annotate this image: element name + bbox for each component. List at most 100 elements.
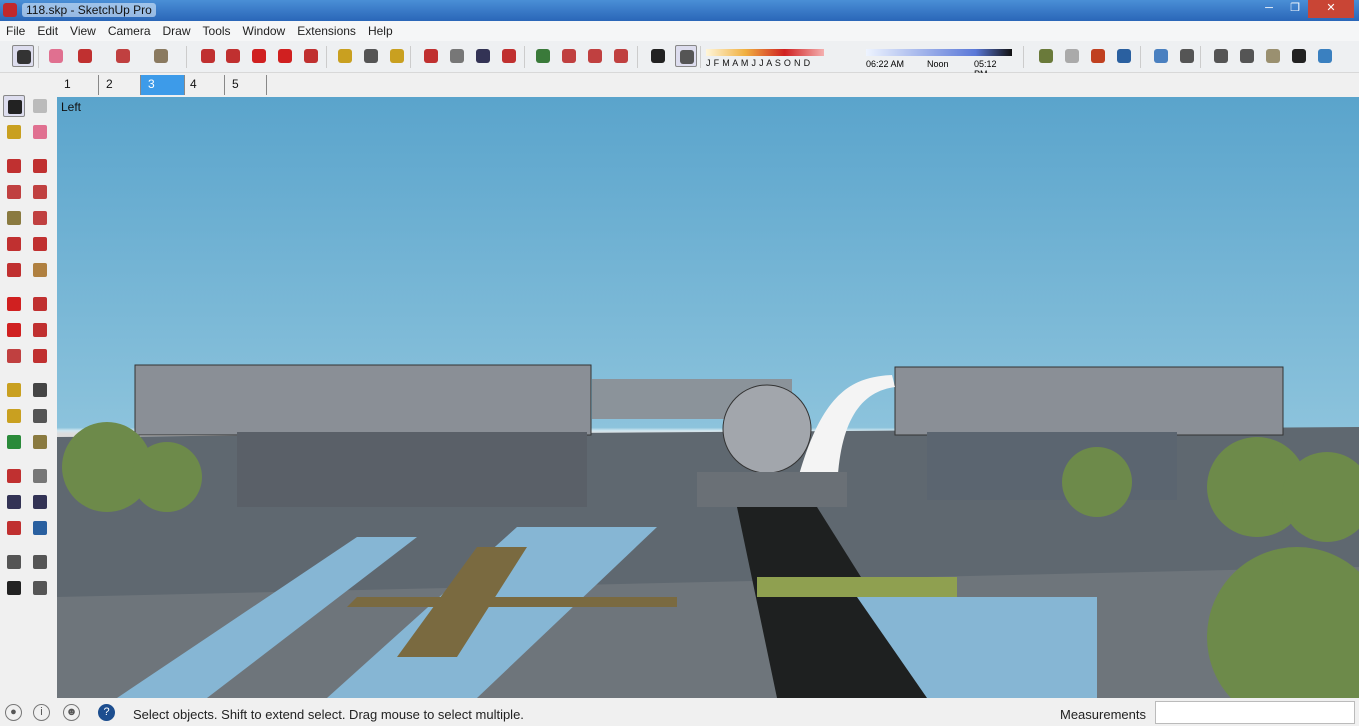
follow-me-icon[interactable] [29,319,51,341]
circle-icon[interactable] [3,207,25,229]
scene-tab-4[interactable]: 4 [183,75,225,95]
scene-tab-5[interactable]: 5 [225,75,267,95]
dimension-icon[interactable] [29,379,51,401]
rotated-rectangle-icon[interactable] [29,181,51,203]
polygon-icon[interactable] [29,207,51,229]
hidden-line-icon[interactable] [1236,45,1258,67]
pencil-icon [78,49,92,63]
menu-file[interactable]: File [0,21,31,38]
axes-icon[interactable] [3,431,25,453]
share-model-icon[interactable] [558,45,580,67]
shaded-icon[interactable] [1262,45,1284,67]
move-icon[interactable] [3,293,25,315]
previous-view-icon[interactable] [29,517,51,539]
scale-icon[interactable] [300,45,322,67]
credits-icon[interactable]: i [33,704,50,721]
menu-edit[interactable]: Edit [31,21,64,38]
monochrome-icon[interactable] [1314,45,1336,67]
photo-textures-icon[interactable] [1113,45,1135,67]
freehand-icon[interactable] [29,155,51,177]
scene-tab-1[interactable]: 1 [57,75,99,95]
position-camera-icon[interactable] [3,551,25,573]
text-icon[interactable] [360,45,382,67]
orbit-icon[interactable] [420,45,442,67]
menu-window[interactable]: Window [237,21,292,38]
push-pull-icon[interactable] [197,45,219,67]
zoom-icon[interactable] [3,491,25,513]
tape-measure-icon[interactable] [334,45,356,67]
menu-camera[interactable]: Camera [102,21,157,38]
component-icon[interactable] [29,95,51,117]
arc-icon[interactable] [112,45,134,67]
offset-icon[interactable] [29,345,51,367]
scene-tab-2[interactable]: 2 [99,75,141,95]
components-icon[interactable] [584,45,606,67]
pencil-icon[interactable] [74,45,96,67]
zoom-icon[interactable] [472,45,494,67]
time-slider-group[interactable]: 06:22 AM Noon 05:12 PM [866,49,1012,79]
look-around-icon[interactable] [29,551,51,573]
three-point-arc-icon[interactable] [3,259,25,281]
date-slider[interactable] [706,49,824,56]
drawing-viewport[interactable]: Left [57,97,1359,698]
fog-icon[interactable] [675,45,697,67]
menu-tools[interactable]: Tools [197,21,237,38]
add-location-icon[interactable] [1035,45,1057,67]
pan-icon[interactable] [446,45,468,67]
rectangle-icon[interactable] [3,181,25,203]
rectangle-icon[interactable] [150,45,172,67]
xray-icon[interactable] [1150,45,1172,67]
pan-icon[interactable] [29,465,51,487]
push-pull-icon[interactable] [29,293,51,315]
menu-extensions[interactable]: Extensions [291,21,362,38]
shadow-toggle-icon[interactable] [647,45,669,67]
send-to-layout-icon[interactable] [610,45,632,67]
circle-icon [7,211,21,225]
menu-help[interactable]: Help [362,21,399,38]
restore-button[interactable]: ❐ [1282,0,1308,18]
orbit-icon[interactable] [3,465,25,487]
arc-icon[interactable] [3,233,25,255]
protractor-icon[interactable] [3,405,25,427]
zoom-window-icon[interactable] [29,491,51,513]
walk-icon[interactable] [1087,45,1109,67]
paint-bucket-icon[interactable] [386,45,408,67]
select-icon[interactable] [12,45,34,67]
zoom-extents-icon[interactable] [3,517,25,539]
help-icon[interactable]: ? [98,704,115,721]
shaded-textures-icon[interactable] [1288,45,1310,67]
eraser-icon[interactable] [45,45,67,67]
text-icon[interactable] [29,405,51,427]
close-button[interactable]: ✕ [1308,0,1354,18]
minimize-button[interactable]: ─ [1256,0,1282,18]
walk-icon[interactable] [3,577,25,599]
scene-tab-3[interactable]: 3 [141,75,185,95]
shadow-settings[interactable]: J F M A M J J A S O N D [706,46,846,72]
tape-measure-icon[interactable] [3,379,25,401]
eraser-icon[interactable] [29,121,51,143]
menu-view[interactable]: View [64,21,102,38]
back-edges-icon[interactable] [1176,45,1198,67]
3d-text-icon[interactable] [29,431,51,453]
two-point-arc-icon[interactable] [29,233,51,255]
toggle-terrain-icon[interactable] [1061,45,1083,67]
toolbar-separator [410,46,411,68]
pie-icon[interactable] [29,259,51,281]
measurements-input[interactable] [1155,701,1355,724]
scale-icon[interactable] [3,345,25,367]
section-plane-icon[interactable] [29,577,51,599]
move-icon[interactable] [248,45,270,67]
geolocation-icon[interactable]: ● [5,704,22,721]
time-slider[interactable] [866,49,1012,56]
3d-warehouse-icon[interactable] [532,45,554,67]
paint-bucket-icon[interactable] [3,121,25,143]
rotate-icon[interactable] [274,45,296,67]
follow-me-icon[interactable] [222,45,244,67]
line-icon[interactable] [3,155,25,177]
zoom-extents-icon[interactable] [498,45,520,67]
user-account-icon[interactable]: ☻ [63,704,80,721]
wireframe-icon[interactable] [1210,45,1232,67]
rotate-icon[interactable] [3,319,25,341]
menu-draw[interactable]: Draw [157,21,197,38]
select-icon[interactable] [3,95,25,117]
